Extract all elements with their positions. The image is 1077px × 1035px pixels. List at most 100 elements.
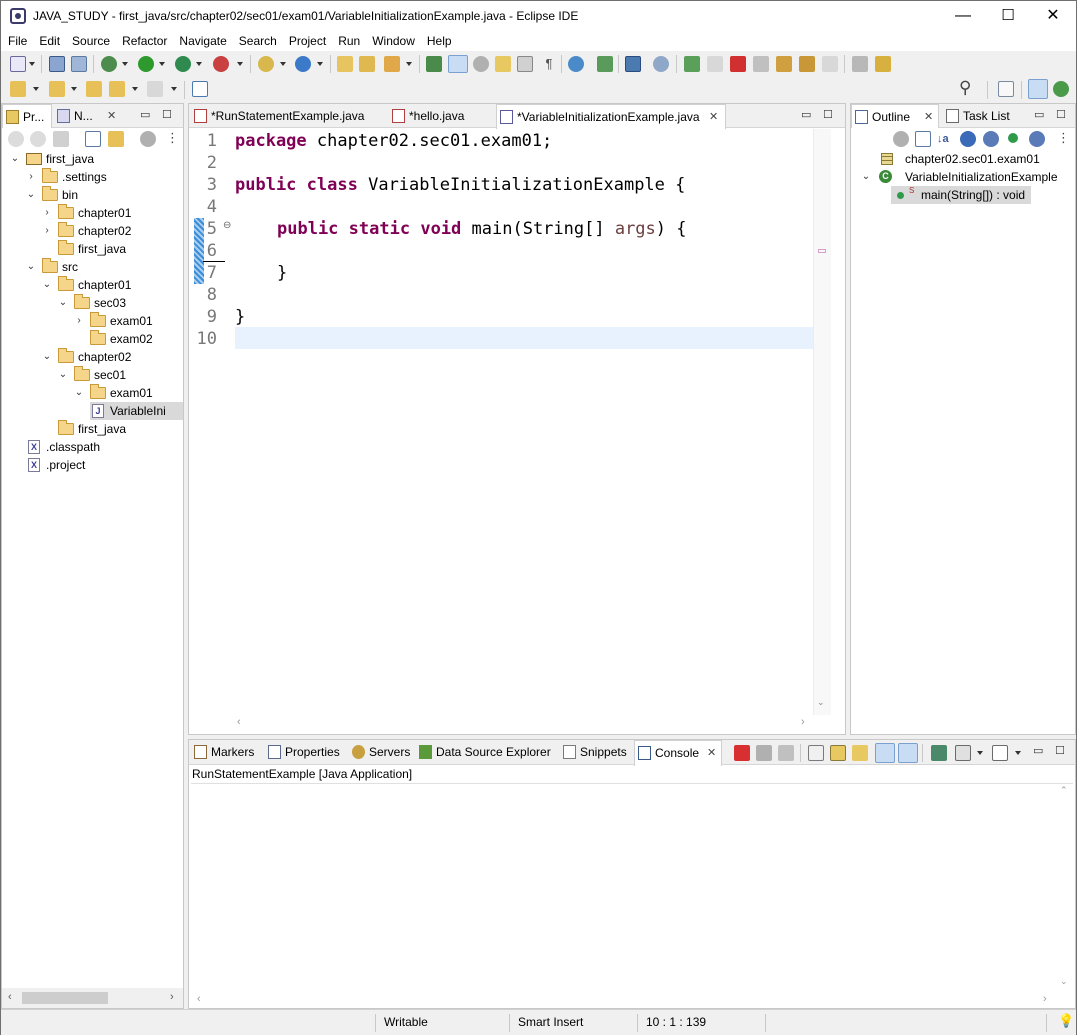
- expand-icon[interactable]: ›: [42, 222, 52, 240]
- previous-annotation-dropdown-icon[interactable]: [71, 87, 77, 91]
- menu-run[interactable]: Run: [333, 31, 365, 51]
- explorer-hscrollbar[interactable]: ‹ ›: [2, 988, 183, 1008]
- editor-hscrollbar[interactable]: ‹ ›: [235, 715, 813, 733]
- overview-ruler[interactable]: ⌄: [813, 129, 831, 715]
- show-on-stderr-icon[interactable]: [898, 743, 918, 763]
- status-insert-mode[interactable]: Smart Insert: [518, 1015, 583, 1029]
- resume-icon[interactable]: [684, 56, 700, 72]
- terminate-icon[interactable]: [734, 745, 750, 761]
- hide-fields-icon[interactable]: [960, 131, 976, 147]
- collapse-icon[interactable]: ⌄: [26, 258, 36, 276]
- block-selection-icon[interactable]: [473, 56, 489, 72]
- minimize-view-button[interactable]: ▭: [140, 108, 150, 121]
- maximize-view-button[interactable]: ☐: [823, 108, 833, 121]
- server-dropdown-icon[interactable]: [280, 62, 286, 66]
- display-console-icon[interactable]: [955, 745, 971, 761]
- new-server-icon[interactable]: [258, 56, 274, 72]
- tab-run-statement-example[interactable]: *RunStatementExample.java: [191, 104, 387, 128]
- toggle-mark-occurrences-icon[interactable]: [426, 56, 442, 72]
- perspective-icon[interactable]: [597, 56, 613, 72]
- scroll-lock-icon[interactable]: [830, 745, 846, 761]
- tree-item[interactable]: X .classpath: [26, 438, 183, 456]
- outline-class[interactable]: ⌄ C VariableInitializationExample: [861, 168, 1076, 186]
- open-console-icon[interactable]: [992, 745, 1008, 761]
- scroll-left-icon[interactable]: ‹: [197, 993, 201, 1005]
- tree-item[interactable]: › chapter02: [42, 222, 183, 240]
- scroll-right-icon[interactable]: ›: [1043, 993, 1047, 1005]
- display-console-dropdown-icon[interactable]: [977, 751, 983, 755]
- collapse-all-icon[interactable]: [85, 131, 101, 147]
- code-editor[interactable]: ⊖ 1 2 3 4 5 6 7 8 9 10 package chapter02…: [189, 129, 845, 734]
- outline-filter-icon[interactable]: [893, 131, 909, 147]
- word-wrap-console-icon[interactable]: [852, 745, 868, 761]
- step-into-icon[interactable]: [776, 56, 792, 72]
- tree-item[interactable]: ⌄ bin: [26, 186, 183, 204]
- java-class-dropdown-icon[interactable]: [317, 62, 323, 66]
- maximize-view-button[interactable]: ☐: [1055, 744, 1065, 757]
- tab-snippets[interactable]: Snippets: [560, 740, 630, 764]
- tab-properties[interactable]: Properties: [265, 740, 345, 764]
- minimize-view-button[interactable]: ▭: [1033, 744, 1043, 757]
- open-type-icon[interactable]: [337, 56, 353, 72]
- console-view-icon[interactable]: [625, 56, 641, 72]
- tab-console[interactable]: Console ✕: [634, 740, 722, 766]
- tab-variable-initialization-example[interactable]: *VariableInitializationExample.java ✕: [496, 104, 726, 129]
- tree-item[interactable]: ⌄ src: [26, 258, 183, 276]
- link-with-editor-icon[interactable]: [108, 131, 124, 147]
- fold-marker-icon[interactable]: ⊖: [223, 220, 231, 231]
- debug-dropdown-icon[interactable]: [122, 62, 128, 66]
- menu-window[interactable]: Window: [367, 31, 420, 51]
- maximize-button[interactable]: ☐: [985, 1, 1031, 31]
- back-icon[interactable]: [109, 81, 125, 97]
- search-dropdown-icon[interactable]: [406, 62, 412, 66]
- maximize-view-button[interactable]: ☐: [1056, 108, 1066, 121]
- previous-annotation-icon[interactable]: [49, 81, 65, 97]
- tab-outline[interactable]: Outline ✕: [851, 104, 939, 128]
- collapse-icon[interactable]: ⌄: [74, 384, 84, 402]
- minimize-view-button[interactable]: ▭: [1034, 108, 1044, 121]
- menu-edit[interactable]: Edit: [34, 31, 65, 51]
- maximize-view-button[interactable]: ☐: [162, 108, 172, 121]
- step-return-icon[interactable]: [822, 56, 838, 72]
- menu-file[interactable]: File: [3, 31, 32, 51]
- open-console-dropdown-icon[interactable]: [1015, 751, 1021, 755]
- scroll-left-icon[interactable]: ‹: [8, 991, 12, 1003]
- suspend-icon[interactable]: [707, 56, 723, 72]
- menu-navigate[interactable]: Navigate: [174, 31, 231, 51]
- next-annotation-dropdown-icon[interactable]: [33, 87, 39, 91]
- run-dropdown-icon[interactable]: [159, 62, 165, 66]
- close-tab-button[interactable]: ✕: [107, 104, 116, 128]
- scroll-left-icon[interactable]: ‹: [237, 716, 241, 728]
- coverage-icon[interactable]: [175, 56, 191, 72]
- collapse-icon[interactable]: ⌄: [42, 348, 52, 366]
- tab-hello[interactable]: *hello.java: [389, 104, 493, 128]
- tab-data-source-explorer[interactable]: Data Source Explorer: [416, 740, 556, 764]
- tree-item[interactable]: ⌄ first_java: [10, 150, 183, 168]
- tree-item[interactable]: › exam01: [74, 312, 183, 330]
- expand-icon[interactable]: ⌄: [861, 168, 871, 186]
- web-browser-icon[interactable]: [568, 56, 584, 72]
- tree-item[interactable]: first_java: [42, 240, 183, 258]
- show-on-stdout-icon[interactable]: [875, 743, 895, 763]
- remove-launch-icon[interactable]: [756, 745, 772, 761]
- pilcrow-icon[interactable]: ¶: [541, 56, 557, 72]
- toggle-highlight-icon[interactable]: [448, 55, 468, 73]
- view-menu-icon[interactable]: ⋮: [166, 131, 179, 147]
- scroll-up-icon[interactable]: ⌃: [1060, 785, 1068, 796]
- tab-markers[interactable]: Markers: [191, 740, 261, 764]
- hide-local-types-icon[interactable]: [1029, 131, 1045, 147]
- scroll-right-icon[interactable]: ›: [801, 716, 805, 728]
- collapse-icon[interactable]: ⌄: [10, 150, 20, 168]
- collapse-icon[interactable]: ⌄: [42, 276, 52, 294]
- show-whitespace-icon[interactable]: [517, 56, 533, 72]
- java-perspective-icon[interactable]: [1028, 79, 1048, 99]
- tab-navigator[interactable]: N... ✕: [54, 104, 129, 128]
- expand-icon[interactable]: ›: [26, 168, 36, 186]
- forward-nav-icon[interactable]: [30, 131, 46, 147]
- collapse-all-icon[interactable]: [915, 131, 931, 147]
- close-button[interactable]: ✕: [1030, 1, 1076, 31]
- sort-icon[interactable]: ↓a: [937, 131, 953, 147]
- next-annotation-icon[interactable]: [10, 81, 26, 97]
- disconnect-icon[interactable]: [753, 56, 769, 72]
- drop-to-frame-icon[interactable]: [875, 56, 891, 72]
